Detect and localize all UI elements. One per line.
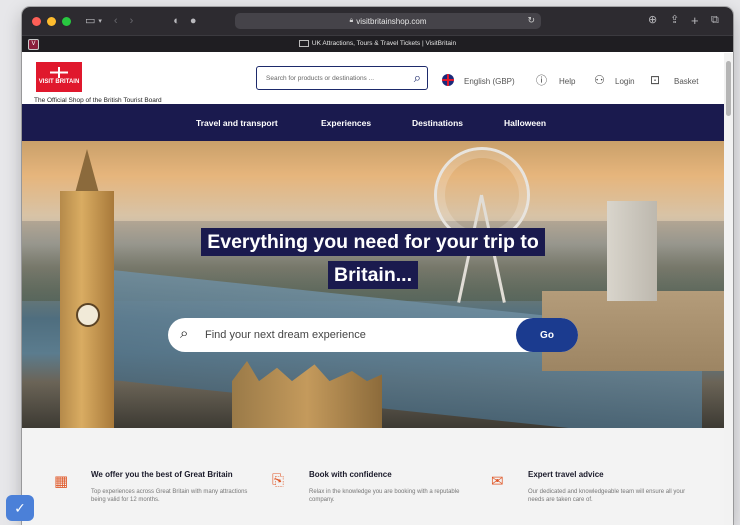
reload-icon[interactable]: ↻ [527, 15, 535, 26]
site-favicon-icon [298, 40, 309, 47]
nav-item-travel-and-transport[interactable]: Travel and transport [196, 118, 278, 128]
back-icon[interactable]: ‹ [114, 15, 118, 27]
zoom-window-button[interactable] [62, 16, 71, 26]
logo-text: VISIT BRITAIN [38, 79, 80, 85]
feature-title: We offer you the best of Great Britain [91, 470, 233, 479]
lock-icon: 🔒︎ [349, 17, 354, 24]
tagline: The Official Shop of the British Tourist… [34, 97, 162, 104]
visitbritain-logo[interactable]: VISIT BRITAIN [36, 62, 82, 92]
go-button[interactable]: Go [516, 318, 578, 352]
hero-title-line-2: Britain... [327, 261, 418, 289]
language-selector[interactable]: English (GBP) [464, 77, 515, 86]
security-shield-icon[interactable]: ✓ [6, 495, 34, 521]
search-icon[interactable]: ⌕ [414, 70, 421, 86]
hero-search-placeholder: Find your next dream experience [205, 329, 366, 341]
header-search-input[interactable]: Search for products or destinations ... … [256, 66, 428, 90]
active-tab[interactable]: UK Attractions, Tours & Travel Tickets |… [22, 40, 733, 47]
help-link[interactable]: Help [559, 77, 575, 86]
hero-banner: Everything you need for your trip to Bri… [22, 141, 724, 428]
tab-title-text: UK Attractions, Tours & Travel Tickets |… [311, 40, 457, 48]
feature-title: Expert travel advice [528, 470, 604, 479]
page-scrollbar[interactable] [724, 53, 733, 525]
header-search-placeholder: Search for products or destinations ... [266, 75, 375, 82]
tab-strip: V UK Attractions, Tours & Travel Tickets… [22, 35, 733, 52]
calendar-icon: ▦ [54, 473, 69, 490]
feature-title: Book with confidence [309, 470, 392, 479]
union-flag-icon [50, 67, 68, 78]
search-icon: ⌕ [180, 325, 189, 342]
user-icon[interactable]: ⚇ [594, 73, 605, 87]
booking-icon: ⎘ [272, 472, 285, 489]
hero-search-input[interactable]: ⌕ Find your next dream experience Go [168, 318, 578, 352]
hero-title: Everything you need for your trip to Bri… [22, 226, 724, 292]
feature-description: Relax in the knowledge you are booking w… [309, 489, 460, 503]
download-icon[interactable]: ⊕ [648, 15, 657, 26]
features-strip: ▦ We offer you the best of Great Britain… [22, 428, 724, 525]
close-window-button[interactable] [32, 16, 41, 26]
basket-icon[interactable]: ⊡ [650, 73, 660, 87]
site-header: VISIT BRITAIN The Official Shop of the B… [22, 53, 733, 109]
new-tab-icon[interactable]: + [691, 14, 699, 27]
sidebar-icon[interactable]: ▭ [85, 15, 95, 27]
window-controls [32, 16, 71, 26]
feature-description: Our dedicated and knowledgeable team wil… [528, 489, 686, 503]
minimize-window-button[interactable] [47, 16, 56, 26]
browser-toolbar: ▭ ▾ ‹ › ◐ ● 🔒︎ visitbritainshop.com ↻ ⊕ … [22, 7, 733, 35]
extension-icon[interactable]: ● [190, 15, 197, 27]
nav-item-destinations[interactable]: Destinations [412, 118, 463, 128]
nav-item-experiences[interactable]: Experiences [321, 118, 371, 128]
hero-big-ben-spire [74, 149, 100, 197]
main-nav: Travel and transport Experiences Destina… [22, 104, 724, 141]
feature-description: Top experiences across Great Britain wit… [91, 489, 248, 503]
browser-window: ▭ ▾ ‹ › ◐ ● 🔒︎ visitbritainshop.com ↻ ⊕ … [22, 7, 733, 525]
basket-link[interactable]: Basket [674, 77, 698, 86]
nav-item-halloween[interactable]: Halloween [504, 118, 546, 128]
uk-flag-icon [442, 74, 454, 86]
url-text: visitbritainshop.com [356, 16, 427, 26]
advice-icon: ✉ [491, 473, 504, 490]
address-bar[interactable]: 🔒︎ visitbritainshop.com ↻ [235, 13, 541, 29]
tab-overview-icon[interactable]: ⧉ [711, 15, 719, 26]
share-icon[interactable]: ⇪ [670, 15, 679, 26]
hero-clock-face [76, 303, 100, 327]
privacy-shield-icon[interactable]: ◐ [173, 15, 180, 27]
help-icon[interactable]: ⓘ [536, 72, 547, 88]
scrollbar-thumb[interactable] [726, 61, 731, 116]
chevron-down-icon[interactable]: ▾ [98, 18, 102, 25]
login-link[interactable]: Login [615, 77, 635, 86]
forward-icon[interactable]: › [130, 15, 134, 27]
hero-title-line-1: Everything you need for your trip to [201, 228, 545, 256]
